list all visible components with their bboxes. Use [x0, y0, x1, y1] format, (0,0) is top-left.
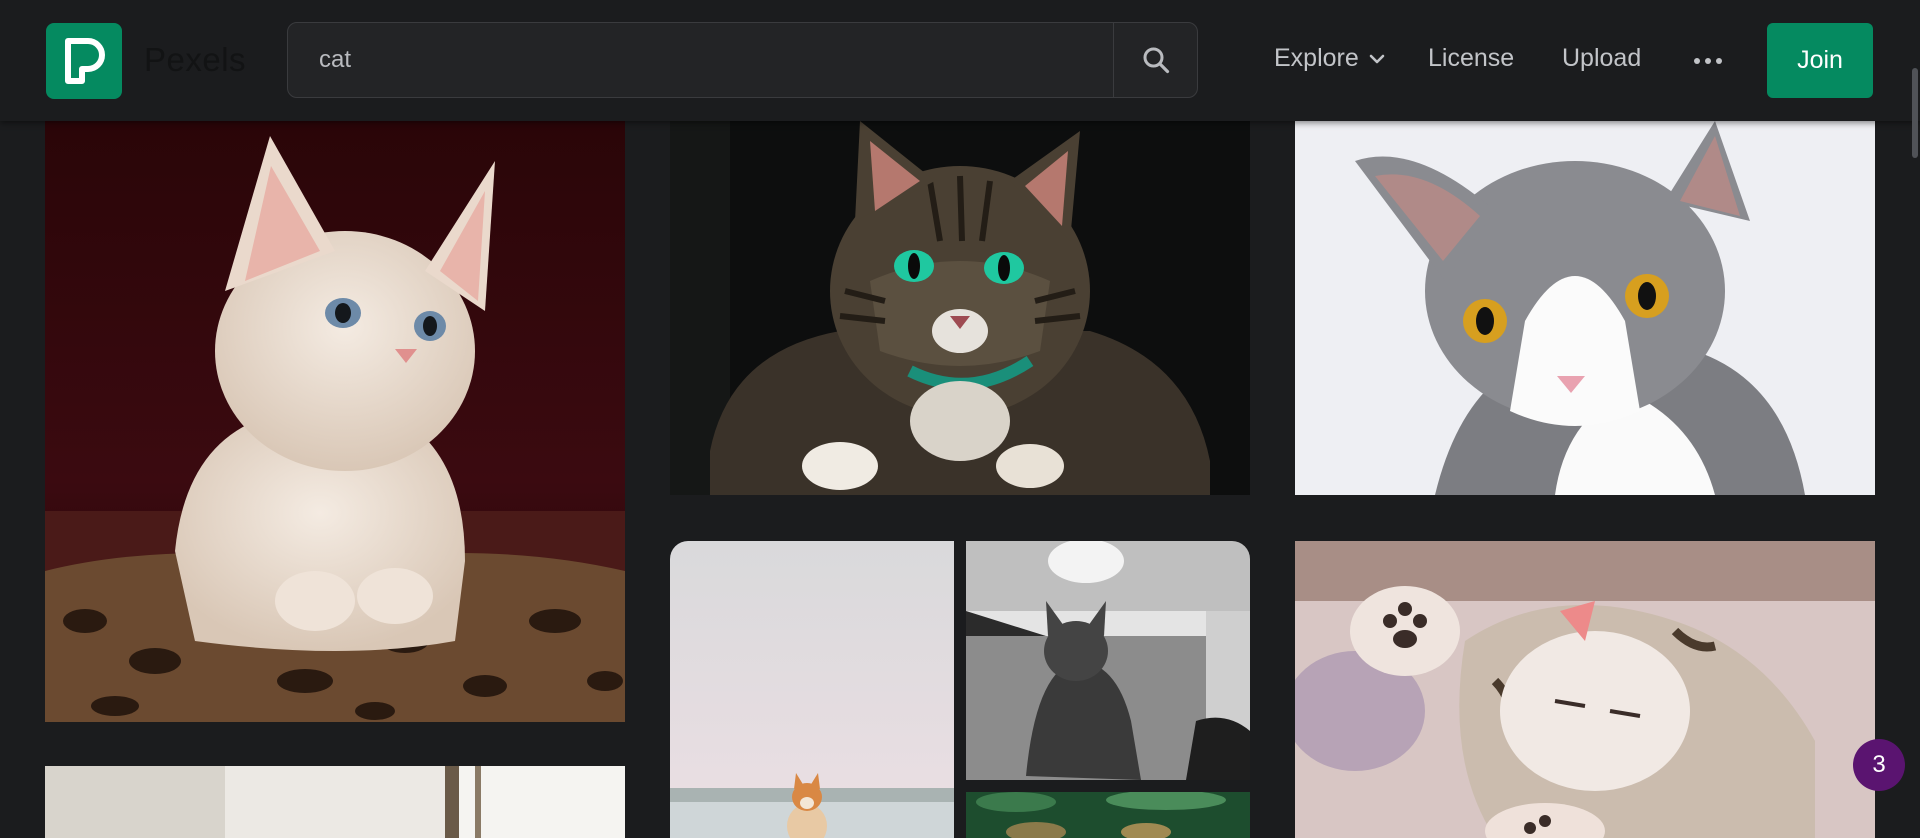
grey-white-cat-image: [1295, 121, 1875, 495]
photo-tabby-cat[interactable]: [670, 121, 1250, 495]
search-icon: [1143, 47, 1169, 74]
orange-cat-sea-image: [670, 541, 954, 838]
nav-explore[interactable]: Explore: [1274, 44, 1385, 73]
photo-cat-window[interactable]: [45, 766, 625, 838]
cat-window-image: [45, 766, 625, 838]
photo-grey-white-cat[interactable]: [1295, 121, 1875, 495]
nav-license[interactable]: License: [1428, 44, 1514, 73]
tabby-cat-image: [670, 121, 1250, 495]
grey-cat-light-image: [966, 541, 1250, 780]
photo-cat-foliage[interactable]: [966, 792, 1250, 838]
brand-name[interactable]: Pexels: [144, 41, 246, 79]
white-kitten-image: [45, 121, 625, 722]
photo-white-kitten[interactable]: [45, 121, 625, 722]
search-bar: [287, 22, 1198, 98]
photo-orange-cat-sea[interactable]: [670, 541, 954, 838]
join-button[interactable]: Join: [1767, 23, 1873, 98]
nav-upload[interactable]: Upload: [1562, 44, 1641, 73]
nav-explore-label: Explore: [1274, 44, 1359, 72]
search-input[interactable]: [288, 23, 1114, 97]
top-navigation-bar: Pexels Explore License Upload Join: [0, 0, 1920, 121]
notification-badge[interactable]: 3: [1853, 739, 1905, 791]
chevron-down-icon: [1369, 54, 1385, 63]
more-dots-icon[interactable]: [1694, 49, 1722, 73]
cat-foliage-image: [966, 792, 1250, 838]
page-scrollbar[interactable]: [1912, 68, 1918, 158]
sleeping-kitten-image: [1295, 541, 1875, 838]
search-button[interactable]: [1113, 23, 1197, 97]
photo-grey-cat-light[interactable]: [966, 541, 1250, 780]
pexels-logo-icon[interactable]: [46, 23, 122, 99]
photo-sleeping-kitten[interactable]: [1295, 541, 1875, 838]
